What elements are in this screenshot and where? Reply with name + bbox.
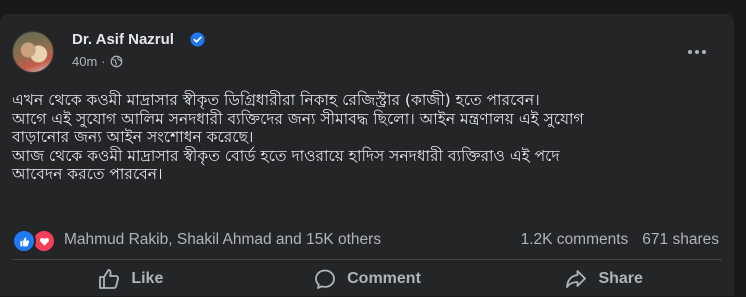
- share-icon: [566, 270, 587, 288]
- comment-label: Comment: [347, 270, 421, 287]
- post-text: এখন থেকে কওমী মাদ্রাসার স্বীকৃত ডিগ্রিধা…: [12, 91, 726, 184]
- share-button[interactable]: Share: [485, 261, 722, 297]
- more-options-icon[interactable]: [684, 42, 710, 62]
- share-count[interactable]: 671 shares: [642, 231, 719, 249]
- reaction-icons[interactable]: [12, 229, 56, 253]
- comment-count[interactable]: 1.2K comments: [521, 231, 629, 249]
- meta-separator: ·: [101, 54, 106, 69]
- like-label: Like: [131, 270, 164, 287]
- author-avatar[interactable]: [12, 31, 54, 73]
- engagement-counts: 1.2K comments 671 shares: [521, 231, 719, 249]
- post-text-line: আবেদন করতে পারবেন।: [12, 165, 163, 184]
- like-reaction-icon: [12, 229, 36, 253]
- post-text-line: বাড়ানোর জন্য আইন সংশোধন করেছে।: [12, 128, 254, 147]
- author-name[interactable]: Dr. Asif Nazrul: [72, 31, 174, 48]
- post-text-line: আগে এই সুযোগ আলিম সনদধারী ব্যক্তিদের জন্…: [12, 109, 584, 128]
- globe-icon[interactable]: [110, 55, 123, 68]
- verified-badge-icon: [190, 32, 205, 47]
- comment-icon: [315, 269, 336, 289]
- reactor-names[interactable]: Mahmud Rakib, Shakil Ahmad and 15K other…: [64, 231, 381, 249]
- share-label: Share: [598, 270, 643, 287]
- post-time[interactable]: 40m: [72, 54, 97, 69]
- post-actions: Like Comment Share: [12, 261, 722, 297]
- post-text-line: এখন থেকে কওমী মাদ্রাসার স্বীকৃত ডিগ্রিধা…: [12, 91, 540, 109]
- like-icon: [99, 269, 120, 289]
- post-card: Dr. Asif Nazrul 40m · এখন থেকে কওমী মাদ্…: [0, 14, 734, 296]
- actions-divider: [12, 259, 722, 260]
- comment-button[interactable]: Comment: [249, 261, 486, 297]
- like-button[interactable]: Like: [12, 261, 249, 297]
- post-text-line: আজ থেকে কওমী মাদ্রাসার স্বীকৃত বোর্ড হতে…: [12, 146, 560, 165]
- post-meta: 40m ·: [72, 54, 123, 69]
